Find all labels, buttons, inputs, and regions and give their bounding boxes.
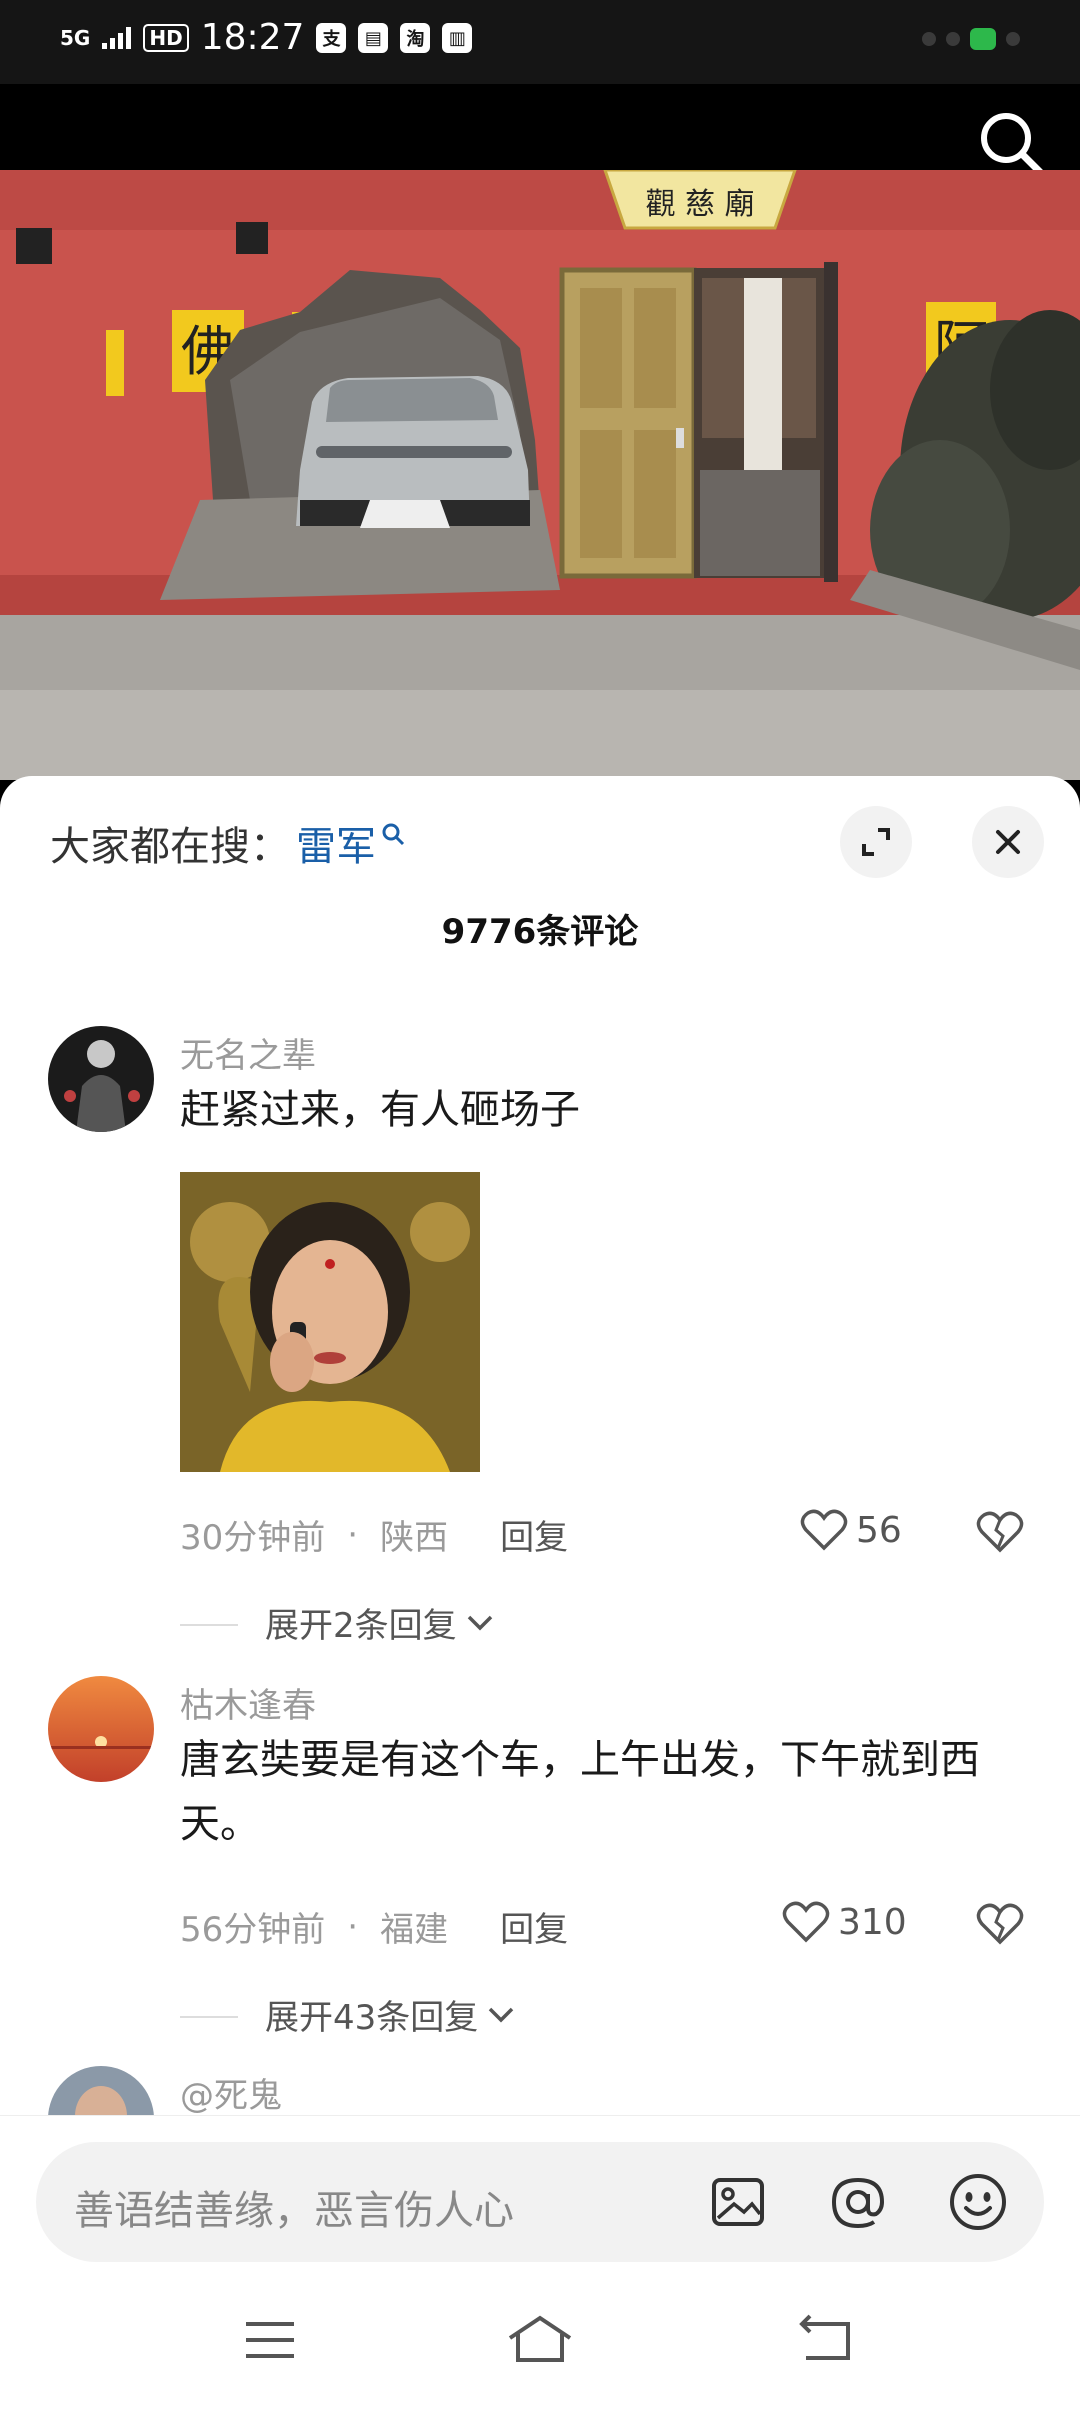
search-icon: [981, 113, 1044, 176]
system-nav-bar: [0, 2270, 1080, 2408]
avatar[interactable]: [48, 1026, 154, 1132]
signal-icon: [102, 27, 132, 49]
reply-button[interactable]: 回复: [500, 1902, 568, 1951]
wallet-icon: ▤: [358, 23, 389, 53]
comment-item: 枯木逢春 唐玄奘要是有这个车，上午出发，下午就到西天。 56分钟前 · 福建 回…: [0, 1676, 1080, 2056]
comment-username[interactable]: @死鬼: [180, 2068, 282, 2116]
comment-input-placeholder: 善语结善缘，恶言伤人心: [74, 2188, 514, 2234]
video-player[interactable]: 觀 慈 廟 佛 陀 阿: [0, 170, 1080, 780]
meta-separator: ·: [347, 1514, 359, 1555]
like-count: 56: [856, 1509, 902, 1551]
at-icon: [831, 2177, 885, 2229]
search-icon: [382, 823, 405, 846]
avatar-image: [48, 1026, 154, 1132]
video-top-bar: [0, 84, 1080, 170]
trending-label: 大家都在搜：: [50, 824, 290, 870]
comment-input[interactable]: 善语结善缘，恶言伤人心: [36, 2142, 1044, 2262]
back-icon: [799, 2314, 850, 2360]
expand-replies-button[interactable]: 展开2条回复: [265, 1598, 497, 1647]
comment-location: 福建: [380, 1910, 449, 1950]
comment-image[interactable]: [180, 1172, 480, 1472]
expand-replies-label: 展开43条回复: [265, 1998, 479, 2038]
trending-term[interactable]: 雷军: [296, 814, 376, 872]
comment-location: 陕西: [380, 1518, 449, 1558]
expand-replies-label: 展开2条回复: [265, 1606, 457, 1646]
back-button[interactable]: [792, 2310, 856, 2370]
status-right: [922, 28, 1020, 50]
book-icon: ▥: [442, 23, 473, 53]
emoji-button[interactable]: [946, 2170, 1010, 2234]
close-sheet-button[interactable]: [972, 806, 1044, 878]
chevron-down-icon: [489, 2007, 514, 2022]
status-bar: 5G HD 18:27 支 ▤ 淘 ▥: [0, 0, 1080, 84]
broken-heart-icon: [976, 1903, 1024, 1945]
like-button[interactable]: 56: [800, 1508, 902, 1552]
expand-divider: [180, 1624, 238, 1626]
clock: 18:27: [200, 17, 305, 58]
like-button[interactable]: 310: [782, 1900, 907, 1944]
comment-item: 无名之辈 赶紧过来，有人砸场子 30分钟前 · 陕西 回复 56 展开2条回复: [0, 1026, 1080, 1646]
search-button[interactable]: [976, 108, 1046, 178]
trending-search[interactable]: 大家都在搜： 雷军: [50, 814, 406, 872]
home-button[interactable]: [504, 2310, 572, 2370]
mention-button[interactable]: [826, 2170, 890, 2234]
expand-replies-button[interactable]: 展开43条回复: [265, 1990, 518, 2039]
comment-meta: 30分钟前 · 陕西 回复: [180, 1510, 568, 1559]
notification-dot-icon: [1006, 32, 1020, 46]
expand-icon: [862, 828, 890, 856]
meta-separator: ·: [347, 1906, 359, 1947]
reply-button[interactable]: 回复: [500, 1510, 568, 1559]
plaque-text: 觀 慈 廟: [645, 187, 754, 222]
hd-badge: HD: [143, 24, 189, 52]
expand-divider: [180, 2016, 238, 2018]
heart-icon: [782, 1901, 830, 1943]
image-icon: [712, 2178, 764, 2226]
video-frame: 觀 慈 廟 佛 陀 阿: [0, 170, 1080, 780]
chevron-down-icon: [467, 1615, 492, 1630]
notification-dot-icon: [922, 32, 936, 46]
comment-username[interactable]: 无名之辈: [180, 1028, 316, 1077]
close-icon: [996, 830, 1020, 854]
avatar[interactable]: [48, 1676, 154, 1782]
comment-item: @死鬼: [0, 2066, 1080, 2116]
status-left: 5G HD 18:27 支 ▤ 淘 ▥: [60, 17, 473, 58]
alipay-icon: 支: [316, 23, 347, 53]
dislike-button[interactable]: [976, 1510, 1024, 1558]
dislike-button[interactable]: [976, 1902, 1024, 1950]
wechat-icon: [970, 28, 996, 50]
meme-image: [180, 1172, 480, 1472]
home-icon: [508, 2315, 572, 2362]
avatar-image: [48, 2066, 154, 2116]
heart-icon: [800, 1509, 848, 1551]
avatar[interactable]: [48, 2066, 154, 2116]
comment-text: 赶紧过来，有人砸场子: [180, 1087, 580, 1133]
comment-meta: 56分钟前 · 福建 回复: [180, 1902, 568, 1951]
notification-dot-icon: [946, 32, 960, 46]
menu-button[interactable]: [238, 2310, 302, 2370]
network-type: 5G: [60, 26, 91, 50]
comment-username[interactable]: 枯木逢春: [180, 1678, 316, 1727]
avatar-image: [48, 1676, 154, 1782]
image-picker-button[interactable]: [706, 2170, 770, 2234]
expand-sheet-button[interactable]: [840, 806, 912, 878]
comment-time: 30分钟前: [180, 1518, 326, 1558]
like-count: 310: [838, 1901, 907, 1943]
comment-text: 唐玄奘要是有这个车，上午出发，下午就到西天。: [180, 1737, 980, 1847]
comment-time: 56分钟前: [180, 1910, 326, 1950]
comment-count: 9776条评论: [441, 912, 639, 952]
menu-icon: [246, 2322, 294, 2358]
broken-heart-icon: [976, 1511, 1024, 1553]
emoji-icon: [950, 2174, 1006, 2230]
taobao-icon: 淘: [400, 23, 431, 53]
